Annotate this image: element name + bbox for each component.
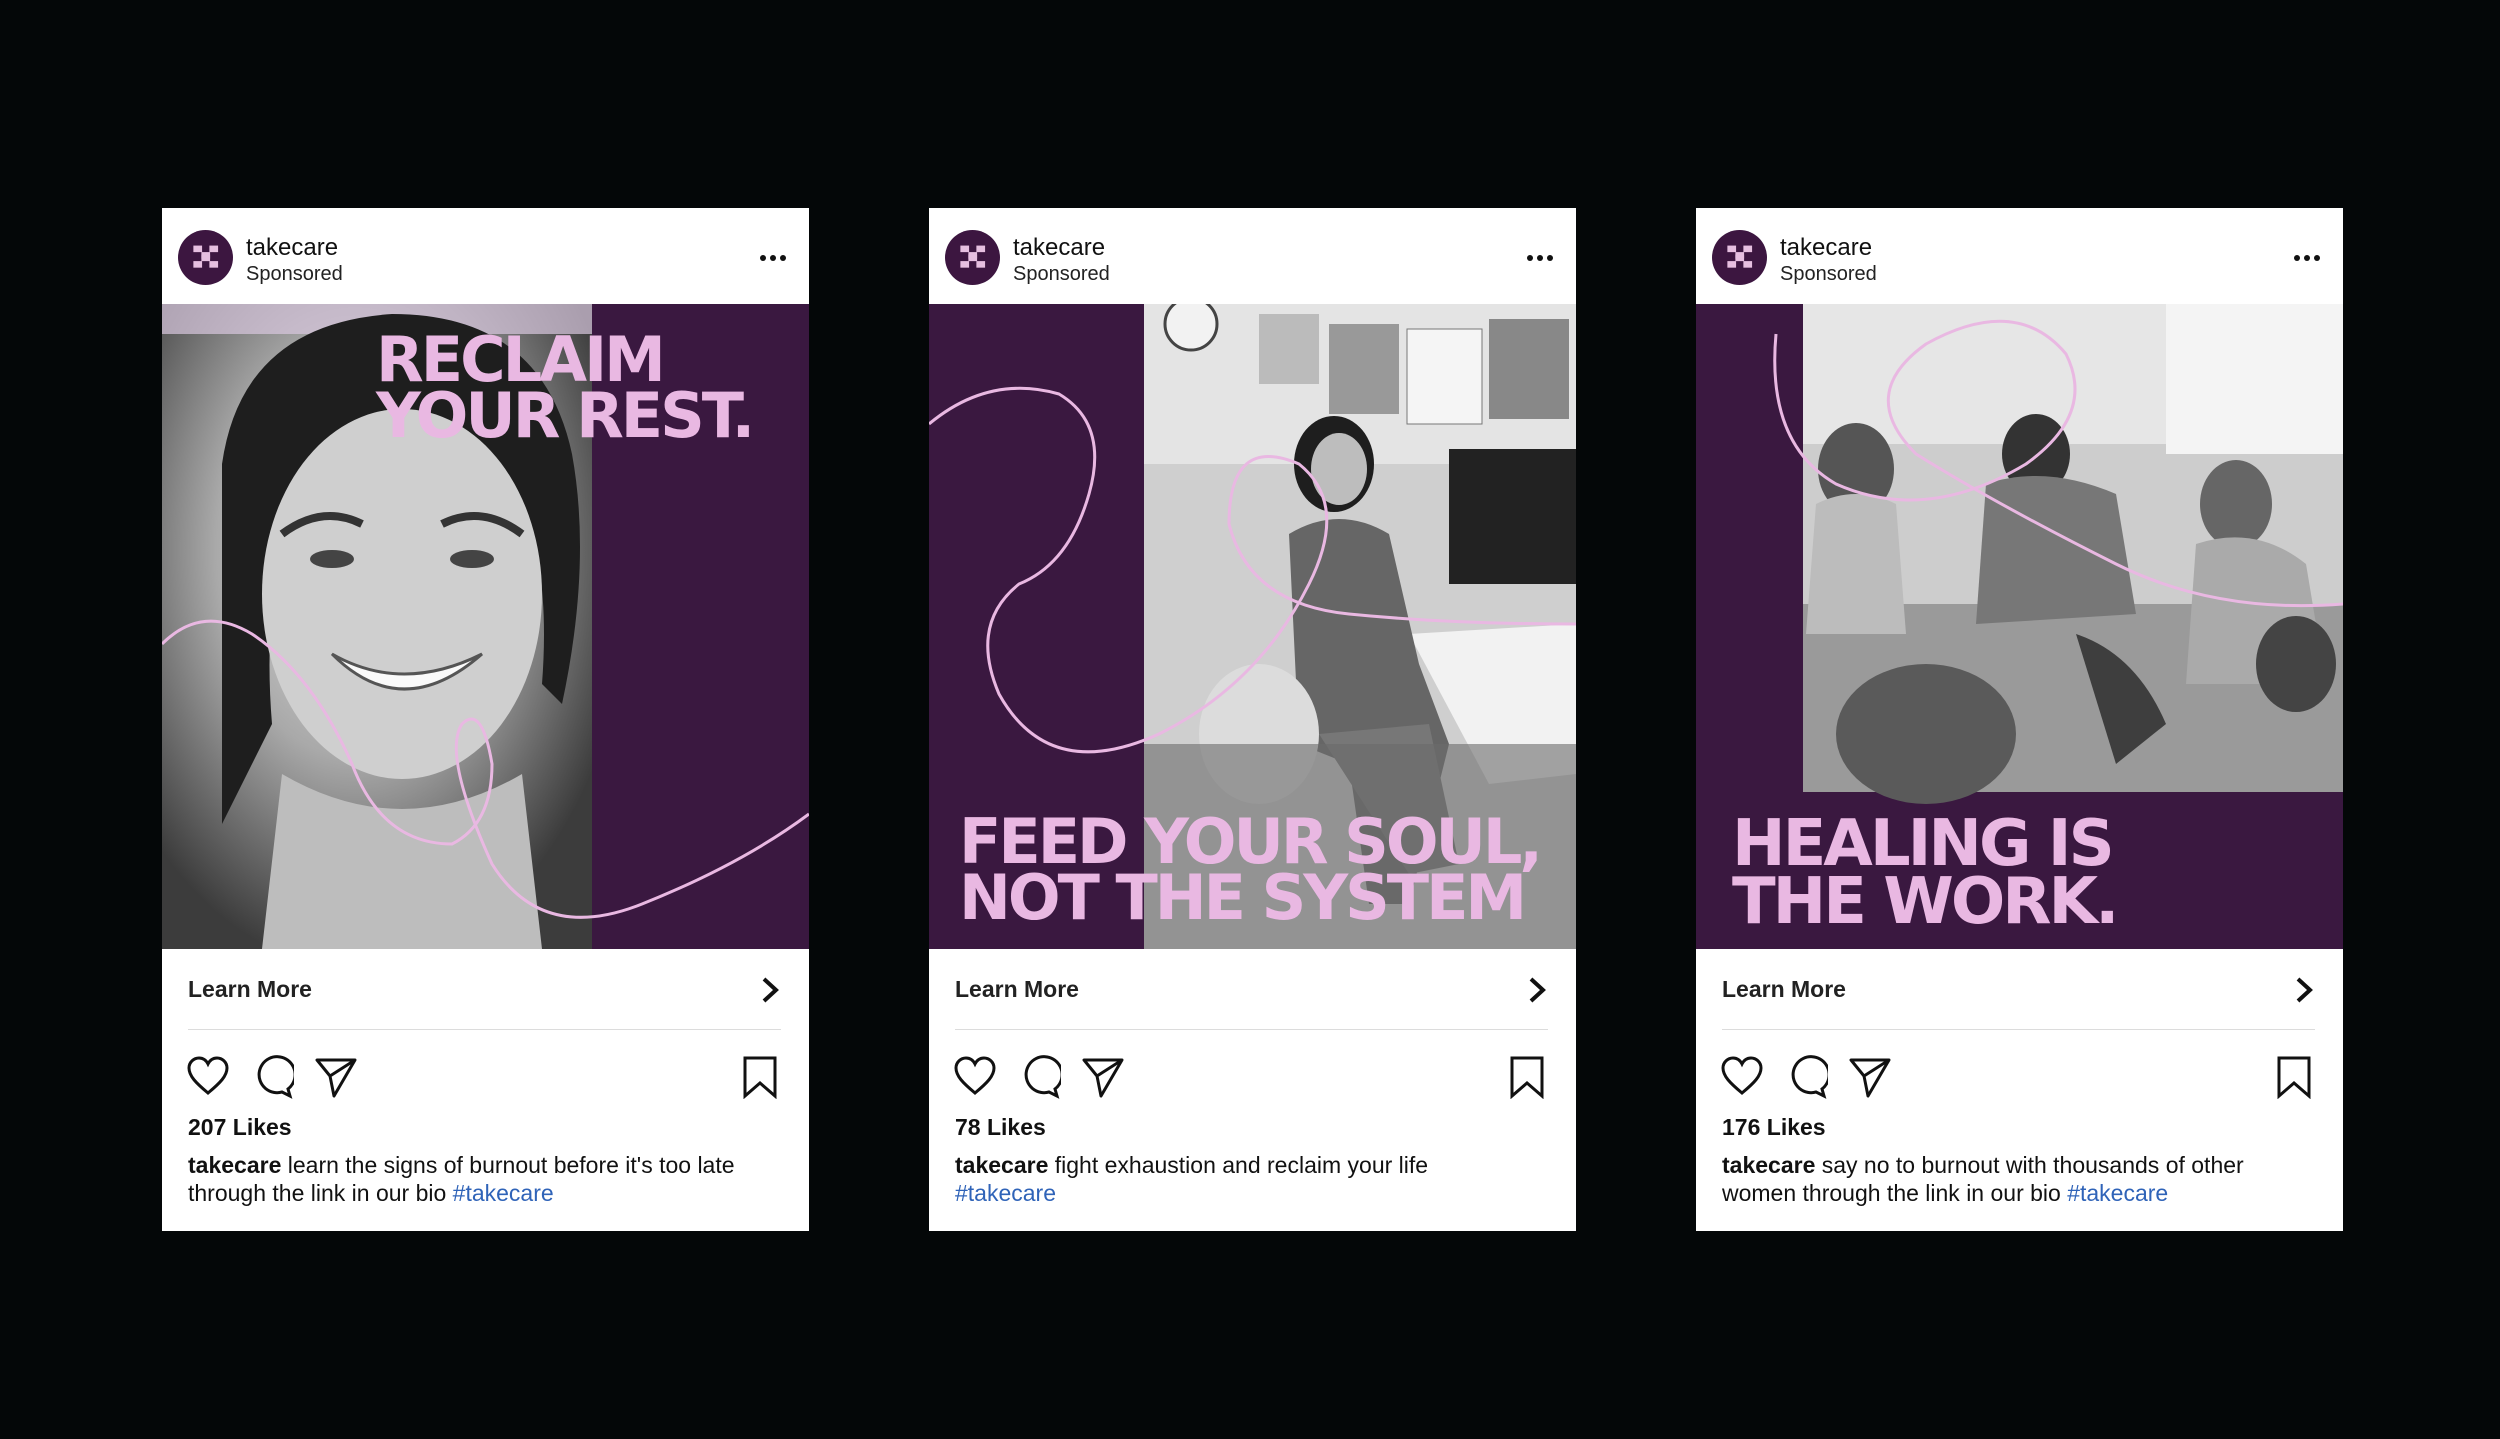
ad-headline: RECLAIM YOUR REST. (376, 329, 755, 452)
headline-line-2: THE WORK. (1732, 864, 2119, 939)
caption-username[interactable]: takecare (1722, 1152, 1815, 1178)
sponsored-label: Sponsored (1780, 263, 1877, 285)
more-options-icon[interactable] (759, 254, 787, 262)
brand-logo-icon: ▀▄▀ ▄▀▄ (193, 246, 218, 268)
sponsored-label: Sponsored (246, 263, 343, 285)
caption-username[interactable]: takecare (188, 1152, 281, 1178)
like-heart-icon[interactable] (953, 1055, 997, 1099)
comment-icon[interactable] (1784, 1055, 1828, 1099)
learn-more-button[interactable]: Learn More (955, 949, 1548, 1030)
ad-post-1: ▀▄▀ ▄▀▄ takecare Sponsored RECLAIM YOUR … (162, 208, 809, 1231)
post-header: ▀▄▀ ▄▀▄ takecare Sponsored (929, 208, 1576, 304)
ad-creative[interactable]: FEED YOUR SOUL, NOT THE SYSTEM (929, 304, 1576, 949)
ad-creative[interactable]: HEALING IS THE WORK. (1696, 304, 2343, 949)
likes-count[interactable]: 176 Likes (1722, 1114, 1826, 1141)
ad-post-3: ▀▄▀ ▄▀▄ takecare Sponsored HEALING IS TH… (1696, 208, 2343, 1231)
hashtag-link[interactable]: #takecare (955, 1180, 1056, 1206)
bookmark-icon[interactable] (1505, 1055, 1549, 1099)
post-caption: takecare learn the signs of burnout befo… (188, 1151, 778, 1207)
ad-headline: FEED YOUR SOUL, NOT THE SYSTEM (959, 811, 1543, 934)
account-name[interactable]: takecare (1013, 234, 1105, 262)
caption-username[interactable]: takecare (955, 1152, 1048, 1178)
post-header: ▀▄▀ ▄▀▄ takecare Sponsored (162, 208, 809, 304)
more-options-icon[interactable] (2293, 254, 2321, 262)
comment-icon[interactable] (1017, 1055, 1061, 1099)
learn-more-label: Learn More (188, 976, 312, 1002)
chevron-right-icon (2296, 977, 2313, 1003)
ad-headline: HEALING IS THE WORK. (1732, 812, 2119, 939)
learn-more-label: Learn More (955, 976, 1079, 1002)
more-options-icon[interactable] (1526, 254, 1554, 262)
comment-icon[interactable] (250, 1055, 294, 1099)
post-caption: takecare say no to burnout with thousand… (1722, 1151, 2312, 1207)
learn-more-button[interactable]: Learn More (1722, 949, 2315, 1030)
share-send-icon[interactable] (1848, 1055, 1892, 1099)
action-bar (162, 1043, 809, 1113)
post-header: ▀▄▀ ▄▀▄ takecare Sponsored (1696, 208, 2343, 304)
likes-count[interactable]: 78 Likes (955, 1114, 1046, 1141)
ad-post-2: ▀▄▀ ▄▀▄ takecare Sponsored FEED YOUR SOU… (929, 208, 1576, 1231)
brand-logo-icon: ▀▄▀ ▄▀▄ (960, 246, 985, 268)
account-name[interactable]: takecare (246, 234, 338, 262)
chevron-right-icon (1529, 977, 1546, 1003)
account-name[interactable]: takecare (1780, 234, 1872, 262)
action-bar (929, 1043, 1576, 1113)
hashtag-link[interactable]: #takecare (453, 1180, 554, 1206)
learn-more-label: Learn More (1722, 976, 1846, 1002)
brand-avatar[interactable]: ▀▄▀ ▄▀▄ (1712, 230, 1767, 285)
brand-avatar[interactable]: ▀▄▀ ▄▀▄ (945, 230, 1000, 285)
sponsored-label: Sponsored (1013, 263, 1110, 285)
like-heart-icon[interactable] (1720, 1055, 1764, 1099)
caption-text: fight exhaustion and reclaim your life (1048, 1152, 1429, 1178)
hashtag-link[interactable]: #takecare (2067, 1180, 2168, 1206)
computer-monitor (1449, 449, 1576, 584)
chevron-right-icon (762, 977, 779, 1003)
brand-avatar[interactable]: ▀▄▀ ▄▀▄ (178, 230, 233, 285)
likes-count[interactable]: 207 Likes (188, 1114, 292, 1141)
share-send-icon[interactable] (314, 1055, 358, 1099)
bookmark-icon[interactable] (2272, 1055, 2316, 1099)
headline-line-2: YOUR REST. (376, 378, 755, 452)
bookmark-icon[interactable] (738, 1055, 782, 1099)
headline-line-2: NOT THE SYSTEM (959, 860, 1527, 934)
brand-logo-icon: ▀▄▀ ▄▀▄ (1727, 246, 1752, 268)
share-send-icon[interactable] (1081, 1055, 1125, 1099)
learn-more-button[interactable]: Learn More (188, 949, 781, 1030)
ad-creative[interactable]: RECLAIM YOUR REST. (162, 304, 809, 949)
like-heart-icon[interactable] (186, 1055, 230, 1099)
action-bar (1696, 1043, 2343, 1113)
post-caption: takecare fight exhaustion and reclaim yo… (955, 1151, 1545, 1207)
